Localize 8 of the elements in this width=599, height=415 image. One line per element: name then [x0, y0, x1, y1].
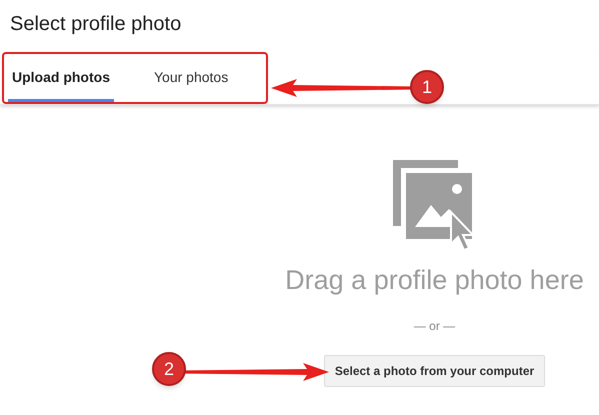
tab[interactable]: Your photos	[150, 54, 232, 102]
select-photo-button[interactable]: Select a photo from your computer	[324, 354, 546, 386]
tab[interactable]: Upload photos	[8, 54, 114, 102]
callout-badge: 2	[152, 352, 186, 386]
callout-badge: 1	[410, 70, 444, 104]
drop-heading: Drag a profile photo here	[285, 264, 584, 297]
or-separator: — or —	[414, 318, 456, 334]
dialog-title: Select profile photo	[10, 12, 182, 37]
